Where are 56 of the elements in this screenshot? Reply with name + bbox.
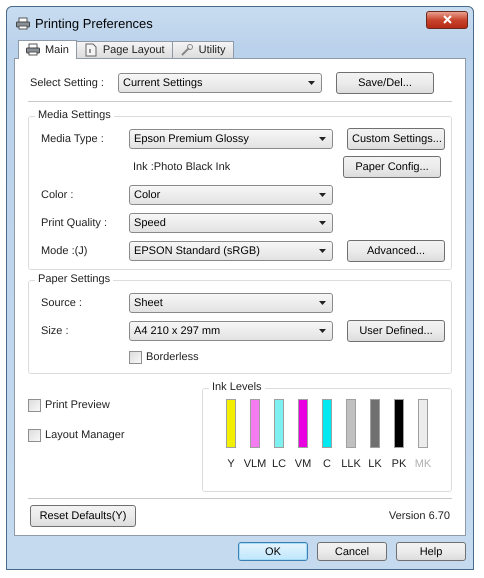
ink-name: LLK bbox=[341, 458, 361, 470]
ink-name: VLM bbox=[244, 458, 266, 470]
ink-name: Y bbox=[227, 458, 235, 470]
dropdown[interactable]: EPSON Standard (sRGB) bbox=[129, 241, 333, 261]
field-label: Size : bbox=[40, 325, 70, 337]
dropdown[interactable]: A4 210 x 297 mm bbox=[129, 321, 333, 341]
dropdown-arrow-icon bbox=[319, 249, 326, 253]
dropdown[interactable]: Color bbox=[129, 185, 333, 205]
button[interactable]: Save/Del... bbox=[336, 72, 434, 94]
dropdown-arrow-icon bbox=[308, 81, 315, 85]
dropdown-arrow-icon bbox=[319, 221, 326, 225]
close-icon bbox=[442, 15, 452, 24]
button[interactable]: User Defined... bbox=[347, 320, 445, 342]
tab[interactable]: Page Layout bbox=[76, 41, 173, 58]
field-label: Color : bbox=[40, 189, 74, 201]
close-button[interactable] bbox=[426, 10, 468, 28]
tab[interactable]: Utility bbox=[172, 41, 234, 58]
dialog-button[interactable]: Help bbox=[396, 542, 466, 561]
dropdown[interactable]: Speed bbox=[129, 213, 333, 233]
group-title: Paper Settings bbox=[35, 273, 114, 285]
window-title: Printing Preferences bbox=[35, 16, 153, 31]
reset-defaults-button[interactable]: Reset Defaults(Y) bbox=[30, 505, 136, 527]
group-title: Media Settings bbox=[35, 109, 114, 121]
field-label: Select Setting : bbox=[29, 77, 105, 89]
group-title: Ink Levels bbox=[209, 381, 265, 393]
checkbox[interactable]: Print Preview bbox=[28, 394, 202, 416]
ink-name: LK bbox=[368, 458, 382, 470]
info-text: Ink :Photo Black Ink bbox=[132, 161, 232, 173]
dropdown[interactable]: Sheet bbox=[129, 293, 333, 313]
button[interactable]: Advanced... bbox=[347, 240, 445, 262]
wrench-icon bbox=[180, 43, 194, 57]
tab[interactable]: Main bbox=[18, 40, 77, 59]
ink-name: MK bbox=[414, 458, 432, 470]
field-label: Media Type : bbox=[40, 133, 105, 145]
field-label: Mode :(J) bbox=[40, 245, 88, 257]
dialog-button[interactable]: Cancel bbox=[317, 542, 387, 561]
button[interactable]: Paper Config... bbox=[343, 156, 441, 178]
checkbox[interactable]: Borderless bbox=[129, 346, 199, 368]
field-label: Source : bbox=[40, 297, 83, 309]
ink-name: VM bbox=[294, 458, 312, 470]
checkbox[interactable]: Layout Manager bbox=[28, 424, 202, 446]
dropdown[interactable]: Epson Premium Glossy bbox=[129, 129, 333, 149]
ink-name: PK bbox=[392, 458, 406, 470]
dialog-button[interactable]: OK bbox=[238, 542, 308, 561]
printer-icon bbox=[16, 17, 30, 30]
dropdown-arrow-icon bbox=[319, 329, 326, 333]
dropdown-arrow-icon bbox=[319, 301, 326, 305]
printer-icon bbox=[26, 43, 40, 57]
button[interactable]: Custom Settings... bbox=[347, 128, 445, 150]
ink-name: LC bbox=[272, 458, 286, 470]
dropdown[interactable]: Current Settings bbox=[118, 73, 322, 93]
dropdown-arrow-icon bbox=[319, 137, 326, 141]
version-text: Version 6.70 bbox=[388, 510, 450, 522]
ink-name: C bbox=[323, 458, 331, 470]
field-label: Print Quality : bbox=[40, 217, 108, 229]
dropdown-arrow-icon bbox=[319, 193, 326, 197]
